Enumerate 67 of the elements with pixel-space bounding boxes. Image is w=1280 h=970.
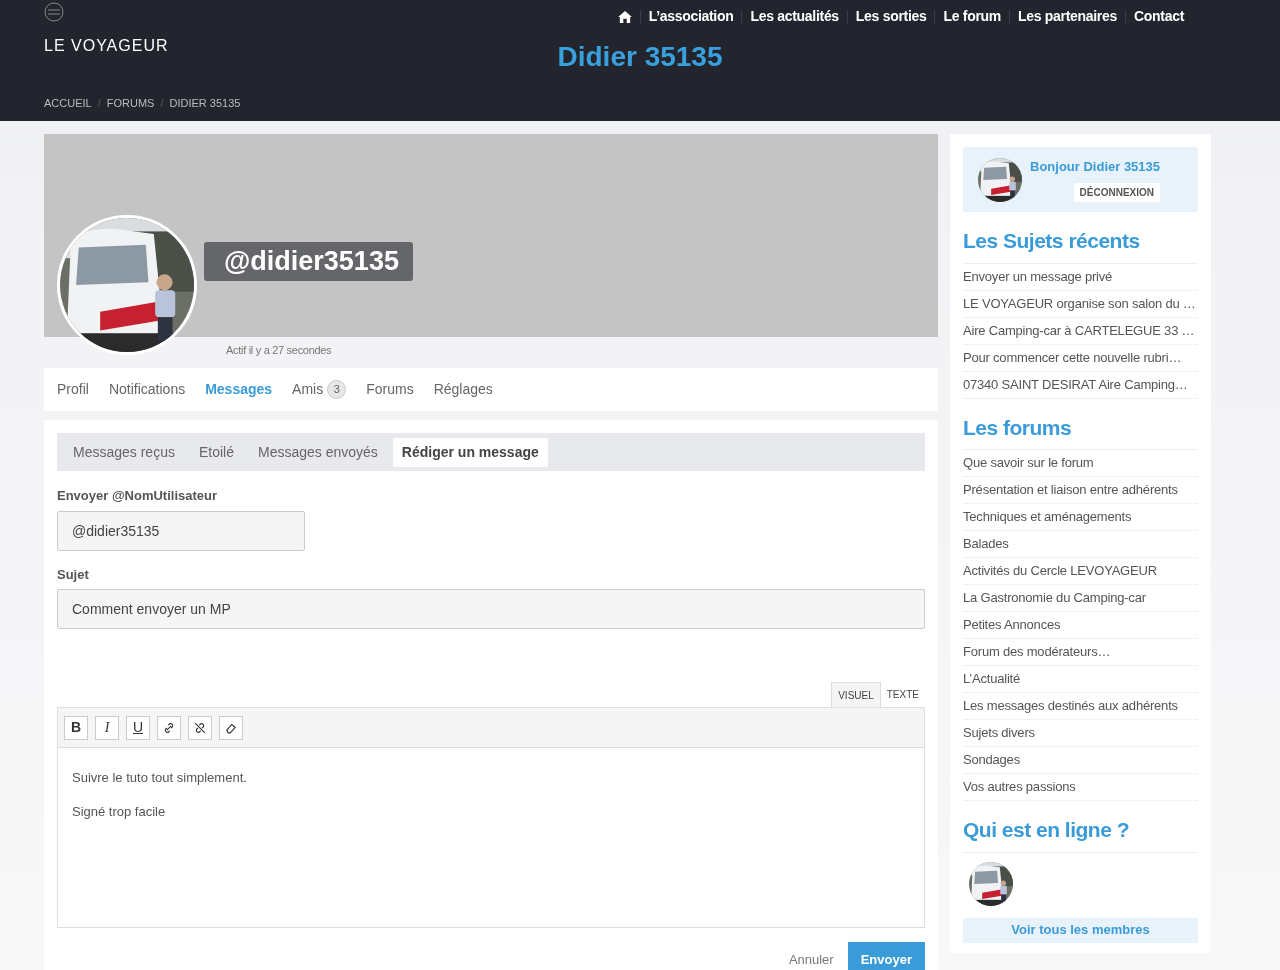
profile-tab[interactable]: Réglages bbox=[433, 379, 493, 400]
breadcrumb-separator: / bbox=[97, 96, 101, 111]
section-heading: Qui est en ligne ? bbox=[963, 814, 1198, 853]
editor-mode-tab[interactable]: TEXTE bbox=[880, 682, 925, 707]
nav-link[interactable]: L’association bbox=[640, 6, 742, 27]
sidebar-link[interactable]: L’Actualité bbox=[963, 666, 1198, 693]
sidebar-link[interactable]: Forum des modérateurs… bbox=[963, 639, 1198, 666]
section-heading: Les forums bbox=[963, 411, 1198, 450]
activity-status: Actif il y a 27 secondes bbox=[226, 343, 333, 358]
message-tab[interactable]: Messages reçus bbox=[64, 437, 184, 467]
link-icon bbox=[162, 720, 176, 735]
message-tab[interactable]: Rédiger un message bbox=[392, 437, 548, 467]
logo-icon bbox=[44, 2, 64, 22]
sidebar-link[interactable]: Activités du Cercle LEVOYAGEUR bbox=[963, 558, 1198, 585]
sidebar-link[interactable]: Balades bbox=[963, 531, 1198, 558]
underline-button[interactable]: U bbox=[126, 715, 150, 740]
italic-button[interactable]: I bbox=[95, 715, 119, 740]
sidebar-link[interactable]: Les messages destinés aux adhérents bbox=[963, 693, 1198, 720]
message-text: Signé trop facile bbox=[72, 802, 167, 821]
breadcrumb-link[interactable]: DIDIER 35135 bbox=[169, 95, 241, 112]
section-heading: Les Sujets récents bbox=[963, 225, 1198, 264]
logout-button[interactable]: DÉCONNEXION bbox=[1073, 182, 1161, 202]
unlink-icon bbox=[193, 720, 207, 735]
editor-mode-tab[interactable]: VISUEL bbox=[831, 682, 881, 707]
sidebar-link[interactable]: La Gastronomie du Camping-car bbox=[963, 585, 1198, 612]
nav-link[interactable]: Les sorties bbox=[847, 6, 935, 27]
sidebar-link[interactable]: Petites Annonces bbox=[963, 612, 1198, 639]
nav-link[interactable]: Contact bbox=[1126, 6, 1192, 27]
cancel-link[interactable]: Annuler bbox=[788, 950, 834, 970]
bold-button[interactable]: B bbox=[64, 715, 88, 740]
sidebar-link[interactable]: Aire Camping-car à CARTELEGUE 33 … bbox=[963, 317, 1198, 345]
recipient-label: Envoyer @NomUtilisateur bbox=[57, 487, 219, 505]
nav-link[interactable]: Les partenaires bbox=[1010, 6, 1125, 27]
sidebar-link[interactable]: Que savoir sur le forum bbox=[963, 450, 1198, 477]
sidebar-link[interactable]: Vos autres passions bbox=[963, 774, 1198, 801]
unlink-button[interactable] bbox=[188, 715, 212, 740]
sidebar-link[interactable]: LE VOYAGEUR organise son salon du … bbox=[963, 290, 1198, 318]
sidebar-link[interactable]: Sujets divers bbox=[963, 720, 1198, 747]
recipient-field[interactable]: @didier35135 bbox=[57, 510, 305, 551]
nav-link[interactable]: Le forum bbox=[935, 6, 1009, 27]
message-tab[interactable]: Messages envoyés bbox=[248, 437, 387, 467]
breadcrumb-link[interactable]: ACCUEIL bbox=[44, 95, 92, 112]
friend-count-badge: 3 bbox=[327, 380, 347, 399]
page-title: Didier 35135 bbox=[557, 40, 723, 74]
profile-tab[interactable]: Forums bbox=[366, 379, 414, 400]
message-editor[interactable]: Suivre le tuto tout simplement. Signé trop facile bbox=[58, 748, 924, 927]
breadcrumb-link[interactable]: FORUMS bbox=[106, 95, 155, 112]
eraser-button[interactable] bbox=[219, 715, 243, 740]
message-text: Suivre le tuto tout simplement. bbox=[72, 769, 248, 787]
profile-tab[interactable]: Notifications bbox=[108, 379, 186, 400]
sidebar-link[interactable]: Envoyer un message privé bbox=[963, 263, 1198, 291]
handle-label: @didier35135 bbox=[204, 242, 413, 281]
breadcrumb-separator: / bbox=[160, 96, 164, 111]
home-icon[interactable] bbox=[617, 10, 632, 23]
profile-tab[interactable]: Amis 3 bbox=[292, 379, 347, 400]
nav-link[interactable]: Les actualités bbox=[742, 6, 847, 27]
sidebar-link[interactable]: Techniques et aménagements bbox=[963, 504, 1198, 531]
subject-field[interactable]: Comment envoyer un MP bbox=[57, 589, 925, 629]
link-button[interactable] bbox=[157, 715, 181, 740]
sidebar-link[interactable]: Pour commencer cette nouvelle rubri… bbox=[963, 344, 1198, 372]
sidebar-link[interactable]: Présentation et liaison entre adhérents bbox=[963, 477, 1198, 504]
logo[interactable]: LE VOYAGEUR bbox=[44, 34, 169, 58]
message-tab[interactable]: Etoilé bbox=[189, 437, 243, 467]
profile-tab[interactable]: Profil bbox=[57, 379, 89, 400]
sidebar-link[interactable]: 07340 SAINT DESIRAT Aire Camping… bbox=[963, 371, 1198, 399]
sidebar-link[interactable]: Sondages bbox=[963, 747, 1198, 774]
subject-label: Sujet bbox=[57, 565, 90, 584]
